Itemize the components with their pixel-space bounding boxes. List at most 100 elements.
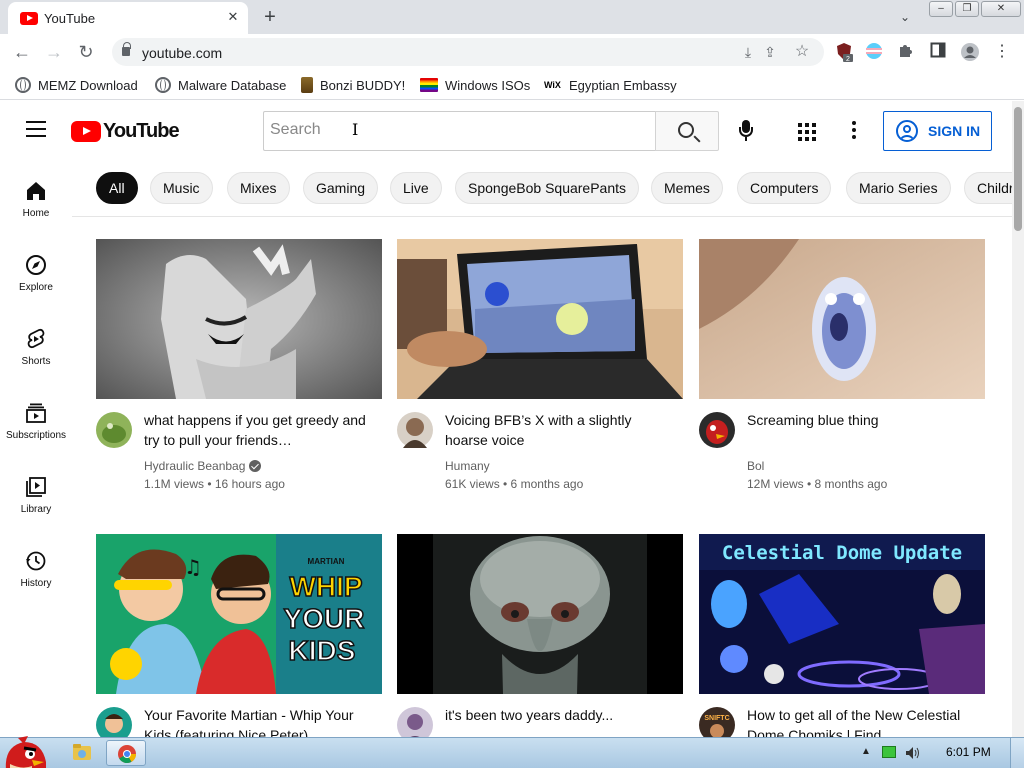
channel-name-text[interactable]: Humany [445, 459, 490, 473]
battery-icon[interactable] [882, 746, 896, 758]
video-title[interactable]: Voicing BFB’s X with a slightly hoarse v… [445, 410, 677, 450]
video-thumbnail[interactable] [397, 534, 683, 694]
video-thumbnail[interactable] [699, 239, 985, 399]
channel-name-text[interactable]: Hydraulic Beanbag [144, 459, 245, 473]
search-input[interactable] [270, 121, 640, 139]
search-box[interactable]: I [263, 111, 656, 151]
video-title[interactable]: How to get all of the New Celestial Dome… [747, 705, 979, 737]
reload-icon[interactable]: ↻ [74, 40, 98, 64]
chip-computers[interactable]: Computers [737, 172, 832, 204]
sign-in-button[interactable]: SIGN IN [883, 111, 992, 151]
chip-spongebob[interactable]: SpongeBob SquarePants [455, 172, 640, 204]
bookmark-label: Malware Database [178, 77, 287, 93]
ublock-extension-icon[interactable]: 2 [834, 42, 854, 63]
channel-avatar[interactable] [397, 707, 433, 737]
taskbar-explorer[interactable] [62, 740, 102, 766]
lock-icon[interactable] [122, 42, 131, 56]
guide-explore[interactable]: Explore [0, 254, 72, 328]
extensions-puzzle-icon[interactable] [896, 42, 916, 62]
bookmark-star-icon[interactable]: ☆ [792, 42, 812, 62]
new-tab-button[interactable]: + [258, 5, 282, 29]
start-button-angry-bird-icon[interactable] [2, 732, 48, 768]
bookmark-windows-isos[interactable]: Windows ISOs [420, 76, 530, 94]
tab-youtube[interactable]: YouTube ✕ [8, 2, 248, 34]
youtube-favicon-icon [20, 12, 38, 25]
video-title[interactable]: Screaming blue thing [747, 410, 979, 430]
video-thumbnail[interactable] [397, 239, 683, 399]
guide-shorts[interactable]: Shorts [0, 328, 72, 402]
channel-avatar[interactable] [699, 412, 735, 448]
channel-avatar[interactable] [96, 707, 132, 737]
chip-mario-series[interactable]: Mario Series [846, 172, 951, 204]
svg-text:2: 2 [846, 56, 850, 62]
address-bar[interactable]: youtube.com ⤓ ⇪ ☆ [112, 38, 824, 66]
youtube-logo-text: YouTube [103, 120, 180, 142]
guide-label: Subscriptions [5, 430, 67, 441]
channel-name[interactable]: Humany [445, 459, 490, 473]
channel-name[interactable]: Hydraulic Beanbag [144, 459, 262, 473]
more-options-icon[interactable] [847, 121, 861, 141]
close-tab-icon[interactable]: ✕ [224, 8, 242, 26]
guide-label: Shorts [21, 356, 51, 367]
install-app-icon[interactable]: ⤓ [738, 42, 758, 62]
forward-arrow-icon[interactable]: → [42, 40, 66, 64]
channel-name-text[interactable]: Bol [747, 459, 764, 473]
side-panel-icon[interactable] [928, 42, 948, 62]
guide-history[interactable]: History [0, 550, 72, 624]
svg-text:WHIP: WHIP [289, 571, 362, 602]
profile-avatar-icon[interactable] [960, 42, 980, 62]
tab-search-chevron-icon[interactable]: ⌄ [895, 7, 915, 27]
share-icon[interactable]: ⇪ [760, 42, 780, 62]
guide-home[interactable]: Home [0, 180, 72, 254]
chip-gaming[interactable]: Gaming [303, 172, 379, 204]
volume-icon[interactable] [905, 746, 919, 759]
chip-live[interactable]: Live [390, 172, 442, 204]
apps-grid-icon[interactable] [798, 123, 816, 141]
chip-mixes[interactable]: Mixes [227, 172, 290, 204]
page-scrollbar[interactable] [1012, 101, 1024, 737]
chip-memes[interactable]: Memes [651, 172, 723, 204]
browser-toolbar: ← → ↻ youtube.com ⤓ ⇪ ☆ 2 ⋮ [0, 34, 1024, 70]
taskbar-clock[interactable]: 6:01 PM [946, 745, 991, 759]
bookmark-memz-download[interactable]: MEMZ Download [15, 76, 138, 94]
search-button[interactable] [655, 111, 719, 151]
youtube-logo[interactable]: YouTube [71, 120, 180, 143]
svg-text:SNIFTC: SNIFTC [704, 715, 729, 722]
channel-avatar[interactable]: SNIFTC [699, 707, 735, 737]
chip-childrens[interactable]: Children's [964, 172, 1012, 204]
show-hidden-icons-icon[interactable]: ▲ [861, 746, 875, 758]
bookmark-egyptian-embassy[interactable]: WiX Egyptian Embassy [544, 76, 677, 94]
url-text[interactable]: youtube.com [142, 45, 222, 61]
browser-menu-icon[interactable]: ⋮ [992, 42, 1012, 62]
video-thumbnail[interactable]: Celestial Dome Update [699, 534, 985, 694]
channel-name[interactable]: Bol [747, 459, 764, 473]
chip-music[interactable]: Music [150, 172, 213, 204]
guide-library[interactable]: Library [0, 476, 72, 550]
tab-strip: YouTube ✕ + ⌄ – ❐ ✕ [0, 0, 1024, 34]
hamburger-menu-icon[interactable] [26, 121, 46, 137]
taskbar-chrome[interactable] [106, 740, 146, 766]
trans-flag-extension-icon[interactable] [864, 42, 884, 62]
voice-search-button[interactable] [734, 119, 758, 143]
restore-button[interactable]: ❐ [955, 1, 979, 17]
youtube-page: YouTube I SIGN IN All Music Mixes Gaming… [0, 101, 1012, 737]
bookmark-bonzi-buddy[interactable]: Bonzi BUDDY! [301, 76, 405, 94]
guide-subscriptions[interactable]: Subscriptions [0, 402, 72, 476]
verified-checkmark-icon [249, 460, 262, 472]
channel-avatar[interactable] [397, 412, 433, 448]
chip-all[interactable]: All [96, 172, 138, 204]
bookmark-label: Bonzi BUDDY! [320, 77, 406, 93]
bookmark-malware-database[interactable]: Malware Database [155, 76, 286, 94]
video-title[interactable]: it's been two years daddy... [445, 705, 677, 725]
close-window-button[interactable]: ✕ [981, 1, 1021, 17]
scrollbar-thumb[interactable] [1014, 107, 1022, 231]
video-thumbnail[interactable]: ♫ MARTIAN WHIP YOUR KIDS [96, 534, 382, 694]
minimize-button[interactable]: – [929, 1, 953, 17]
video-title[interactable]: Your Favorite Martian - Whip Your Kids (… [144, 705, 376, 737]
bookmark-label: Egyptian Embassy [569, 77, 677, 93]
video-thumbnail[interactable] [96, 239, 382, 399]
channel-avatar[interactable] [96, 412, 132, 448]
back-arrow-icon[interactable]: ← [10, 40, 34, 64]
video-title[interactable]: what happens if you get greedy and try t… [144, 410, 376, 450]
show-desktop-button[interactable] [1010, 738, 1024, 768]
